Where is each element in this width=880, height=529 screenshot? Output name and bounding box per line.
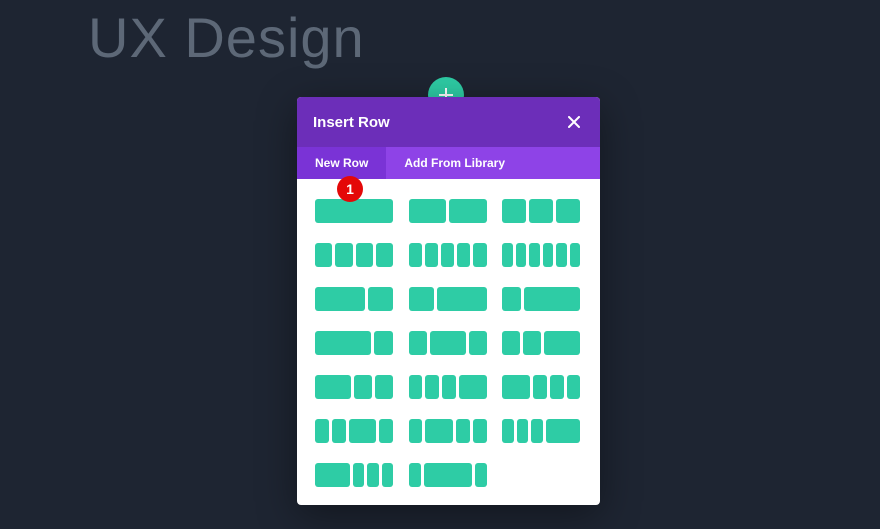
layout-option[interactable] xyxy=(502,375,580,399)
layout-column xyxy=(442,375,456,399)
close-button[interactable] xyxy=(564,112,584,132)
layout-column xyxy=(502,287,521,311)
layout-option[interactable] xyxy=(409,243,487,267)
layout-column xyxy=(374,331,393,355)
close-icon xyxy=(568,112,580,133)
layout-column xyxy=(409,287,434,311)
layout-column xyxy=(425,375,439,399)
layout-column xyxy=(543,243,554,267)
tab-add-from-library[interactable]: Add From Library xyxy=(386,147,523,179)
layout-option[interactable] xyxy=(502,199,580,223)
layout-column xyxy=(409,419,423,443)
layout-option[interactable] xyxy=(502,419,580,443)
layout-column xyxy=(409,375,423,399)
layout-option[interactable] xyxy=(315,419,393,443)
layout-option[interactable] xyxy=(315,287,393,311)
layout-column xyxy=(335,243,352,267)
layout-column xyxy=(524,287,580,311)
step-badge: 1 xyxy=(337,176,363,202)
layout-option[interactable] xyxy=(409,287,487,311)
layout-column xyxy=(469,331,487,355)
layout-column xyxy=(315,419,329,443)
layout-column xyxy=(502,331,520,355)
layout-column xyxy=(449,199,487,223)
layout-column xyxy=(332,419,346,443)
layout-column xyxy=(517,419,529,443)
layout-column xyxy=(529,199,553,223)
modal-title: Insert Row xyxy=(313,114,390,131)
layout-column xyxy=(353,463,365,487)
layout-option[interactable] xyxy=(315,463,393,487)
layout-option[interactable] xyxy=(315,243,393,267)
layout-column xyxy=(375,375,393,399)
layout-column xyxy=(533,375,547,399)
layout-option[interactable] xyxy=(502,331,580,355)
layout-column xyxy=(315,199,393,223)
layout-column xyxy=(502,375,530,399)
layout-column xyxy=(382,463,394,487)
layout-option[interactable] xyxy=(315,331,393,355)
layout-option[interactable] xyxy=(409,419,487,443)
layout-grid xyxy=(297,179,600,505)
layout-column xyxy=(556,243,567,267)
layout-option[interactable] xyxy=(409,331,487,355)
layout-column xyxy=(409,199,447,223)
layout-column xyxy=(409,463,421,487)
layout-column xyxy=(379,419,393,443)
layout-column xyxy=(473,243,486,267)
layout-column xyxy=(315,463,350,487)
layout-column xyxy=(356,243,373,267)
layout-column xyxy=(516,243,527,267)
tab-new-row[interactable]: New Row xyxy=(297,147,386,179)
layout-column xyxy=(567,375,581,399)
layout-column xyxy=(556,199,580,223)
layout-column xyxy=(502,199,526,223)
layout-option[interactable] xyxy=(502,243,580,267)
layout-column xyxy=(376,243,393,267)
layout-column xyxy=(456,419,470,443)
layout-column xyxy=(349,419,377,443)
layout-column xyxy=(502,419,514,443)
layout-column xyxy=(367,463,379,487)
layout-column xyxy=(437,287,487,311)
layout-column xyxy=(430,331,466,355)
layout-column xyxy=(441,243,454,267)
layout-column xyxy=(550,375,564,399)
layout-column xyxy=(570,243,581,267)
modal-tabs: New Row Add From Library xyxy=(297,147,600,179)
insert-row-modal: Insert Row New Row Add From Library xyxy=(297,97,600,505)
layout-column xyxy=(523,331,541,355)
layout-column xyxy=(473,419,487,443)
layout-column xyxy=(315,331,371,355)
layout-column xyxy=(546,419,581,443)
layout-column xyxy=(315,375,351,399)
layout-column xyxy=(425,243,438,267)
layout-column xyxy=(409,331,427,355)
layout-column xyxy=(544,331,580,355)
layout-option[interactable] xyxy=(409,375,487,399)
layout-column xyxy=(409,243,422,267)
layout-column xyxy=(502,243,513,267)
layout-column xyxy=(424,463,472,487)
layout-option[interactable] xyxy=(502,287,580,311)
layout-option[interactable] xyxy=(315,375,393,399)
layout-column xyxy=(354,375,372,399)
layout-option[interactable] xyxy=(315,199,393,223)
layout-column xyxy=(315,287,365,311)
layout-column xyxy=(529,243,540,267)
layout-column xyxy=(368,287,393,311)
page-title: UX Design xyxy=(88,5,365,70)
layout-column xyxy=(425,419,453,443)
layout-option[interactable] xyxy=(409,199,487,223)
layout-column xyxy=(475,463,487,487)
layout-column xyxy=(459,375,487,399)
modal-header: Insert Row xyxy=(297,97,600,147)
layout-option[interactable] xyxy=(409,463,487,487)
layout-column xyxy=(457,243,470,267)
layout-column xyxy=(315,243,332,267)
layout-column xyxy=(531,419,543,443)
